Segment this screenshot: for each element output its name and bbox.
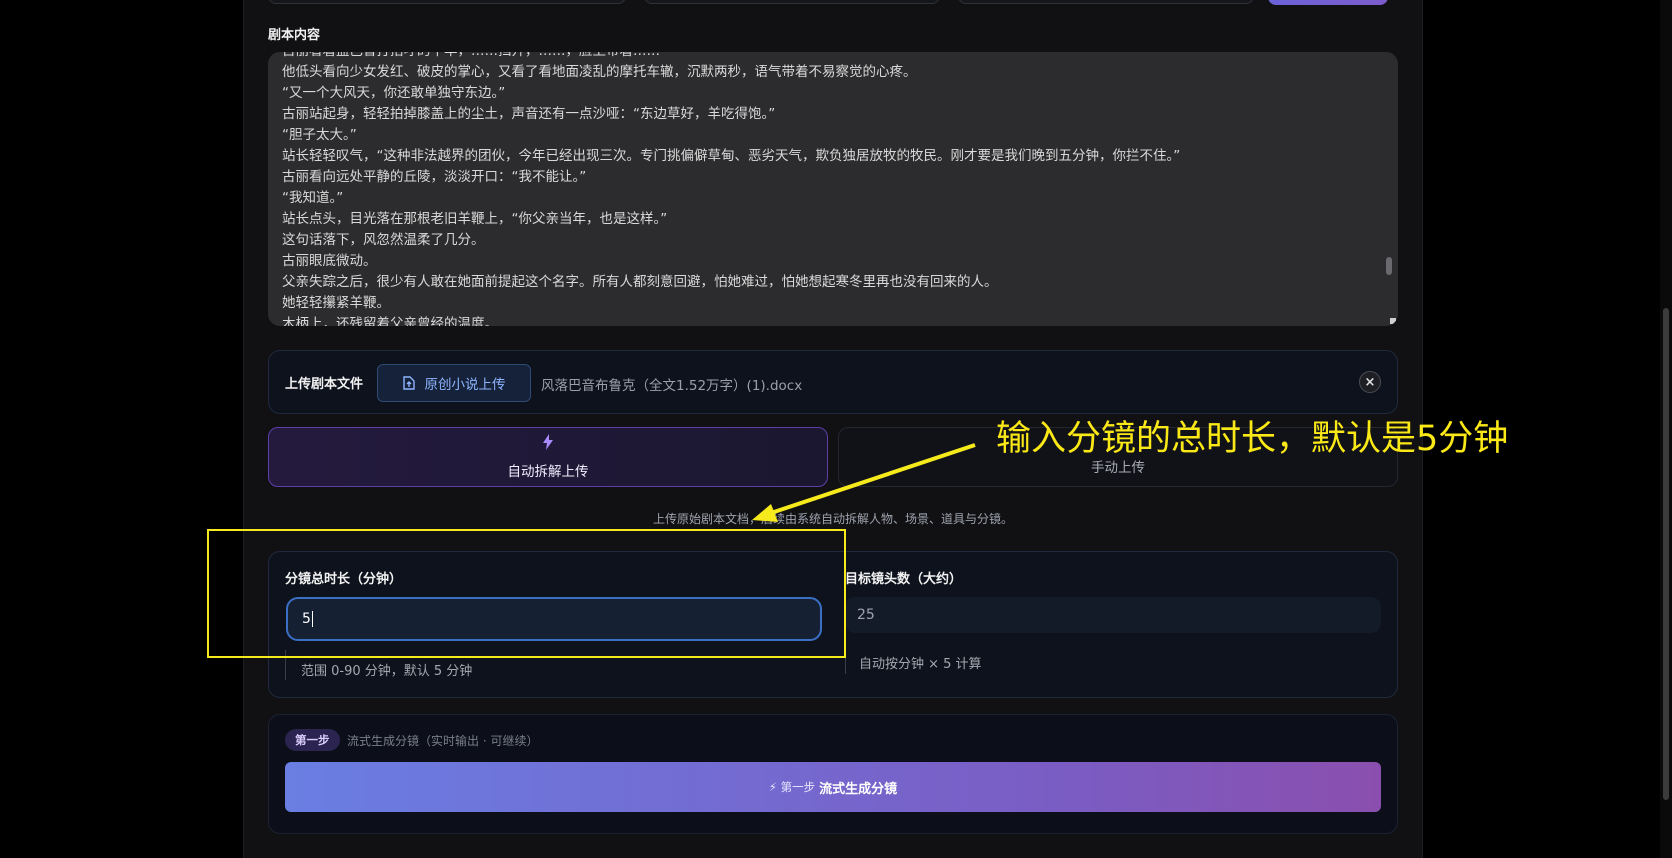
script-line: 这句话落下，风忽然温柔了几分。 — [282, 232, 485, 248]
upload-card: 上传剧本文件 原创小说上传 风落巴音布鲁克（全文1.52万字）(1).docx … — [268, 350, 1398, 414]
script-line: “胆子太大。” — [282, 127, 357, 143]
top-select-1[interactable] — [268, 0, 626, 4]
shots-value: 25 — [857, 607, 875, 623]
script-line: 古丽看着盖巴音打招呼的牛羊，……挡开，……，脸上带着…… — [282, 52, 1377, 62]
script-lines: 古丽看着盖巴音打招呼的牛羊，……挡开，……，脸上带着…… 他低头看向少女发红、破… — [282, 52, 1377, 326]
step-badge: 第一步 — [285, 729, 340, 751]
script-line: 她轻轻攥紧羊鞭。 — [282, 295, 390, 311]
uploaded-file-name: 风落巴音布鲁克（全文1.52万字）(1).docx — [541, 378, 803, 394]
script-line: 他低头看向少女发红、破皮的掌心，又看了看地面凌乱的摩托车辙，沉默两秒，语气带着不… — [282, 64, 917, 80]
lightning-icon — [542, 434, 554, 454]
script-line: “又一个大风天，你还敢单独守东边。” — [282, 85, 506, 101]
annotation-text: 输入分镜的总时长，默认是5分钟 — [996, 419, 1509, 459]
duration-note: 范围 0-90 分钟，默认 5 分钟 — [301, 664, 473, 679]
textarea-scrollbar[interactable] — [1386, 257, 1392, 275]
file-upload-icon — [402, 376, 415, 390]
script-line: 站长点头，目光落在那根老旧羊鞭上，“你父亲当年，也是这样。” — [282, 211, 668, 227]
step-description: 流式生成分镜（实时输出 · 可继续） — [347, 734, 539, 748]
target-shots-input[interactable]: 25 — [845, 597, 1381, 633]
script-line: 父亲失踪之后，很少有人敢在她面前提起这个名字。所有人都刻意回避，怕她难过，怕她想… — [282, 274, 998, 290]
generate-button-prefix: ⚡ 第一步 — [768, 780, 816, 794]
top-select-3[interactable] — [958, 0, 1254, 4]
script-line: 木柄上，还残留着父亲曾经的温度。 — [282, 316, 498, 326]
stream-generate-button[interactable]: ⚡ 第一步 流式生成分镜 — [285, 762, 1381, 812]
upload-label: 上传剧本文件 — [285, 377, 364, 392]
resize-handle-icon[interactable] — [1390, 318, 1396, 324]
generate-button-label: 流式生成分镜 — [819, 781, 898, 797]
shots-note: 自动按分钟 × 5 计算 — [859, 657, 982, 672]
upload-hint-text: 上传原始剧本文档，后续由系统自动拆解人物、场景、道具与分镜。 — [653, 512, 1014, 526]
novel-upload-button[interactable]: 原创小说上传 — [377, 364, 531, 402]
novel-upload-label: 原创小说上传 — [424, 377, 506, 393]
top-select-2[interactable] — [644, 0, 940, 4]
page-scroll-thumb[interactable] — [1663, 308, 1669, 800]
auto-split-label: 自动拆解上传 — [507, 464, 589, 480]
page-scrollbar[interactable] — [1660, 0, 1672, 858]
script-content-label: 剧本内容 — [268, 28, 321, 43]
script-line: 古丽眼底微动。 — [282, 253, 377, 269]
remove-file-button[interactable]: × — [1359, 371, 1381, 393]
shots-label: 目标镜头数（大约） — [845, 572, 963, 587]
script-line: 古丽站起身，轻轻拍掉膝盖上的尘土，声音还有一点沙哑：“东边草好，羊吃得饱。” — [282, 106, 776, 122]
annotation-highlight-box — [207, 529, 846, 658]
script-content-textarea[interactable]: 古丽看着盖巴音打招呼的牛羊，……挡开，……，脸上带着…… 他低头看向少女发红、破… — [268, 52, 1398, 326]
script-line: 古丽看向远处平静的丘陵，淡淡开口：“我不能让。” — [282, 169, 587, 185]
script-line: 站长轻轻叹气，“这种非法越界的团伙，今年已经出现三次。专门挑偏僻草甸、恶劣天气，… — [282, 148, 1181, 164]
script-line: “我知道。” — [282, 190, 344, 206]
top-action-button[interactable] — [1268, 0, 1388, 5]
auto-split-upload-tab[interactable]: 自动拆解上传 — [268, 427, 828, 487]
